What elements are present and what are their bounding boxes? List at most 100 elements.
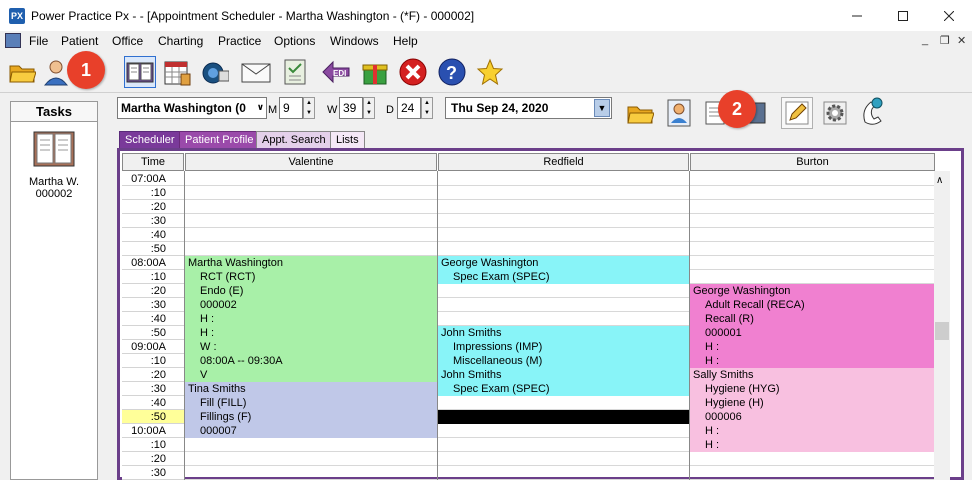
time-slot-label: :30 bbox=[122, 382, 184, 396]
appointment-line-burton[interactable]: Recall (R) bbox=[690, 312, 935, 326]
time-slot-label: :10 bbox=[122, 354, 184, 368]
appointment-line-valentine[interactable]: Fill (FILL) bbox=[185, 396, 437, 410]
mdi-minimize-icon[interactable]: _ bbox=[922, 34, 928, 46]
appointment-line-burton[interactable]: Adult Recall (RECA) bbox=[690, 298, 935, 312]
provider-header-redfield[interactable]: Redfield bbox=[438, 153, 689, 171]
task-item-martha[interactable]: Martha W. 000002 bbox=[11, 128, 97, 200]
appointment-line-redfield[interactable]: Spec Exam (SPEC) bbox=[438, 270, 689, 284]
minimize-button[interactable] bbox=[834, 0, 880, 31]
app-logo-icon: PX bbox=[9, 7, 25, 24]
week-spinner[interactable]: ▲ ▼ bbox=[363, 97, 375, 119]
month-spinner[interactable]: ▲ ▼ bbox=[303, 97, 315, 119]
close-window-button[interactable] bbox=[926, 0, 972, 31]
patient-select[interactable]: Martha Washington (0 ∨ bbox=[117, 97, 267, 119]
calendar-icon[interactable] bbox=[161, 56, 193, 88]
pencil-icon[interactable] bbox=[781, 97, 813, 129]
provider-header-burton[interactable]: Burton bbox=[690, 153, 935, 171]
scrollbar-thumb[interactable] bbox=[935, 322, 949, 340]
close-icon bbox=[944, 10, 954, 21]
month-value: 9 bbox=[283, 101, 290, 115]
appointment-line-valentine[interactable]: V bbox=[185, 368, 437, 382]
appointment-line-redfield[interactable]: Miscellaneous (M) bbox=[438, 354, 689, 368]
appointment-line-valentine[interactable]: RCT (RCT) bbox=[185, 270, 437, 284]
tab-lists[interactable]: Lists bbox=[330, 131, 365, 149]
patient-card-icon[interactable] bbox=[663, 97, 695, 129]
folder-icon[interactable] bbox=[6, 56, 38, 88]
month-input[interactable]: 9 bbox=[279, 97, 303, 119]
cancel-icon[interactable] bbox=[397, 56, 429, 88]
appointment-line-burton[interactable]: 000001 bbox=[690, 326, 935, 340]
appointment-line-valentine[interactable]: Endo (E) bbox=[185, 284, 437, 298]
time-slot-label: :10 bbox=[122, 186, 184, 200]
appointment-line-valentine[interactable]: 000007 bbox=[185, 424, 437, 438]
menu-practice[interactable]: Practice bbox=[218, 34, 261, 48]
day-value: 24 bbox=[401, 101, 415, 115]
menu-file[interactable]: File bbox=[29, 34, 48, 48]
appointment-line-valentine[interactable]: W : bbox=[185, 340, 437, 354]
appointment-line-redfield[interactable]: Spec Exam (SPEC) bbox=[438, 382, 689, 396]
time-slot-label: :30 bbox=[122, 298, 184, 312]
appointment-line-burton[interactable]: H : bbox=[690, 354, 935, 368]
task-item-id: 000002 bbox=[35, 188, 73, 200]
star-icon[interactable] bbox=[474, 56, 506, 88]
mdi-child-icon[interactable] bbox=[5, 33, 21, 48]
provider-header-valentine[interactable]: Valentine bbox=[185, 153, 437, 171]
appointment-line-redfield[interactable]: George Washington bbox=[438, 256, 689, 270]
appointment-line-valentine[interactable]: 000002 bbox=[185, 298, 437, 312]
scheduler-book-icon[interactable] bbox=[124, 56, 156, 88]
mdi-close-icon[interactable]: ✕ bbox=[957, 34, 966, 47]
appointment-line-burton[interactable]: H : bbox=[690, 438, 935, 452]
appointment-line-redfield[interactable]: Impressions (IMP) bbox=[438, 340, 689, 354]
menu-charting[interactable]: Charting bbox=[158, 34, 203, 48]
chevron-down-icon[interactable]: ∨ bbox=[257, 102, 264, 113]
appointment-line-burton[interactable]: Hygiene (HYG) bbox=[690, 382, 935, 396]
appointment-line-burton[interactable]: H : bbox=[690, 340, 935, 354]
appointment-line-burton[interactable]: Sally Smiths bbox=[690, 368, 935, 382]
tab-patient-profile[interactable]: Patient Profile bbox=[179, 131, 260, 149]
menu-help[interactable]: Help bbox=[393, 34, 418, 48]
help-icon[interactable]: ? bbox=[436, 56, 468, 88]
time-slot-label: :20 bbox=[122, 368, 184, 382]
appointment-line-burton[interactable]: Hygiene (H) bbox=[690, 396, 935, 410]
appointment-line-valentine[interactable]: Tina Smiths bbox=[185, 382, 437, 396]
appointment-line-redfield[interactable]: John Smiths bbox=[438, 368, 689, 382]
mdi-restore-icon[interactable]: ❐ bbox=[940, 34, 950, 47]
scroll-up-icon[interactable]: ∧ bbox=[936, 175, 943, 186]
time-slot-label: 08:00A bbox=[122, 256, 184, 270]
appointment-line-valentine[interactable]: Martha Washington bbox=[185, 256, 437, 270]
day-input[interactable]: 24 bbox=[397, 97, 421, 119]
menu-office[interactable]: Office bbox=[112, 34, 143, 48]
edi-icon[interactable]: EDI bbox=[320, 56, 352, 88]
date-picker[interactable]: Thu Sep 24, 2020 ▼ bbox=[445, 97, 612, 119]
appointment-line-valentine[interactable]: H : bbox=[185, 312, 437, 326]
camera-icon[interactable] bbox=[199, 56, 231, 88]
menu-patient[interactable]: Patient bbox=[61, 34, 98, 48]
menu-windows[interactable]: Windows bbox=[330, 34, 379, 48]
appointment-line-redfield[interactable]: John Smiths bbox=[438, 326, 689, 340]
appointment-line-burton[interactable]: George Washington bbox=[690, 284, 935, 298]
tab-scheduler[interactable]: Scheduler bbox=[119, 131, 181, 149]
appointment-line-valentine[interactable]: 08:00A -- 09:30A bbox=[185, 354, 437, 368]
chevron-down-icon[interactable]: ▼ bbox=[594, 99, 610, 117]
folder-icon[interactable] bbox=[624, 97, 656, 129]
appointment-line-valentine[interactable]: H : bbox=[185, 326, 437, 340]
tab-appt-search[interactable]: Appt. Search bbox=[256, 131, 332, 149]
gear-icon[interactable] bbox=[819, 97, 851, 129]
vertical-scrollbar[interactable]: ∧ bbox=[934, 171, 950, 480]
menu-options[interactable]: Options bbox=[274, 34, 315, 48]
mail-icon[interactable] bbox=[240, 56, 272, 88]
date-value: Thu Sep 24, 2020 bbox=[451, 101, 549, 115]
day-spinner[interactable]: ▲ ▼ bbox=[421, 97, 433, 119]
time-slot-label: :20 bbox=[122, 284, 184, 298]
week-input[interactable]: 39 bbox=[339, 97, 363, 119]
appointment-line-redfield[interactable] bbox=[438, 410, 689, 424]
gift-icon[interactable] bbox=[359, 56, 391, 88]
appointment-line-burton[interactable]: H : bbox=[690, 424, 935, 438]
chart-notes-icon[interactable] bbox=[280, 56, 312, 88]
column-divider bbox=[437, 171, 438, 480]
appointment-line-valentine[interactable]: Fillings (F) bbox=[185, 410, 437, 424]
appointment-line-burton[interactable]: 000006 bbox=[690, 410, 935, 424]
month-label: M bbox=[268, 104, 278, 116]
maximize-button[interactable] bbox=[880, 0, 926, 31]
phone-icon[interactable] bbox=[857, 95, 889, 127]
